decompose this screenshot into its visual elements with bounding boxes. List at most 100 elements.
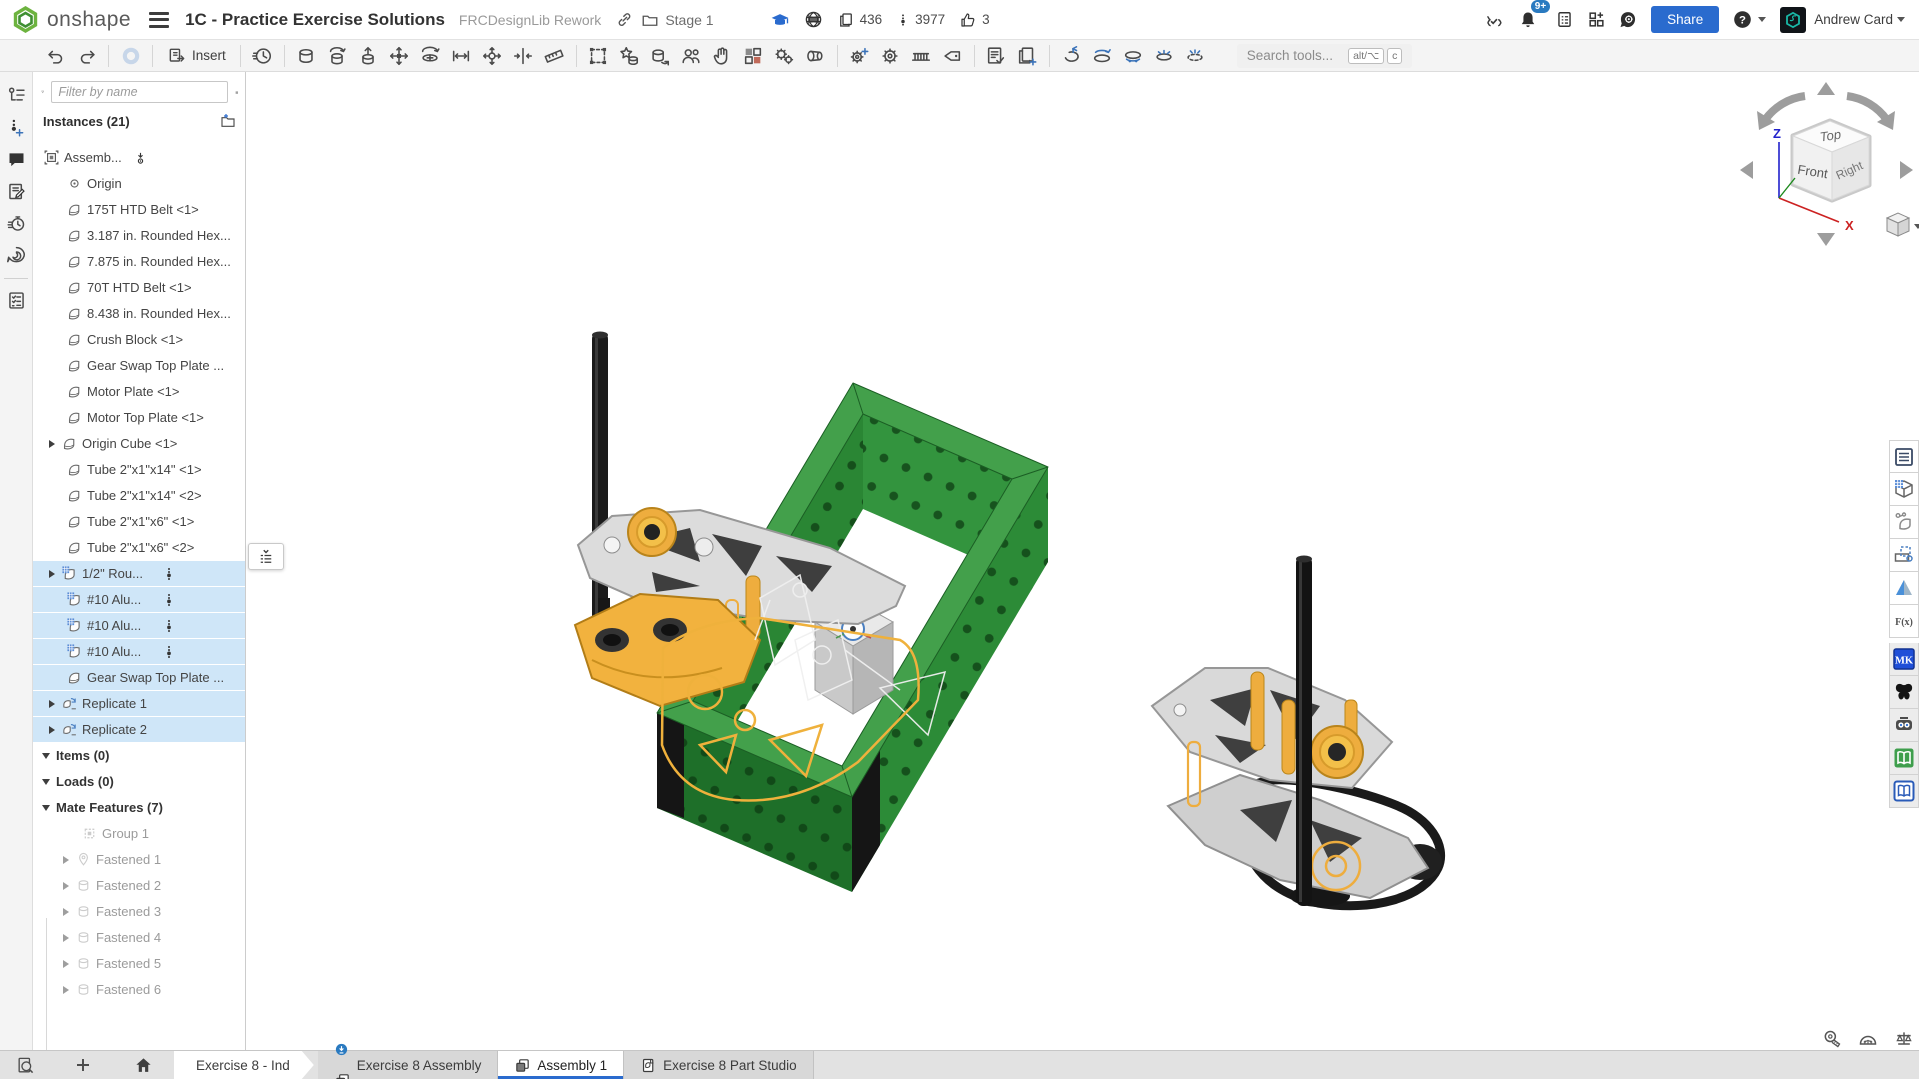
search-tools-input[interactable]: Search tools...alt/⌥c xyxy=(1237,44,1413,68)
protractor-icon[interactable] xyxy=(1856,1028,1880,1050)
selected-bearing-left[interactable] xyxy=(628,508,676,556)
app-butterfly-button[interactable] xyxy=(1889,676,1919,709)
tag-button[interactable] xyxy=(939,42,966,69)
manage-instances-button[interactable] xyxy=(678,42,705,69)
parallel-mate-button[interactable] xyxy=(510,42,537,69)
redo-button[interactable] xyxy=(73,42,100,69)
tree-item-group-1[interactable]: Group 1 xyxy=(33,821,245,847)
likes-stat[interactable]: 3 xyxy=(959,11,990,29)
tab-exercise-8-part-studio[interactable]: Exercise 8 Part Studio xyxy=(624,1051,814,1079)
apps-grid-icon[interactable] xyxy=(1583,7,1609,33)
tree-item-tube-2-x1-x14-1[interactable]: Tube 2"x1"x14" <1> xyxy=(33,457,245,483)
app-book-green-button[interactable] xyxy=(1889,742,1919,775)
rack-relation-button[interactable] xyxy=(908,42,935,69)
isolate-button[interactable] xyxy=(1182,42,1209,69)
tree-item-assemb[interactable]: Assemb... xyxy=(33,145,245,171)
mass-properties-icon[interactable] xyxy=(1892,1028,1916,1050)
selected-standoff-right-2[interactable] xyxy=(1282,700,1295,774)
chevron-down-icon[interactable] xyxy=(39,779,53,785)
tab-exercise-8-assembly[interactable]: Exercise 8 Assembly xyxy=(318,1051,499,1079)
belt-relation-button[interactable] xyxy=(802,42,829,69)
tree-item-10-alu[interactable]: #10 Alu... xyxy=(33,639,245,665)
tree-item-tube-2-x1-x14-2[interactable]: Tube 2"x1"x14" <2> xyxy=(33,483,245,509)
section-view-button[interactable] xyxy=(1089,42,1116,69)
tree-item-origin[interactable]: Origin xyxy=(33,171,245,197)
slider-mate-button[interactable] xyxy=(355,42,382,69)
bom-button[interactable] xyxy=(983,42,1010,69)
add-tab-button[interactable] xyxy=(68,1051,98,1079)
ball-mate-button[interactable] xyxy=(479,42,506,69)
tree-item-gear-swap-top-plate[interactable]: Gear Swap Top Plate ... xyxy=(33,353,245,379)
view-cube[interactable]: Top Front Right Z X xyxy=(1735,78,1919,253)
tab-exercise-8-ind[interactable]: Exercise 8 - Ind xyxy=(174,1051,314,1079)
help-caret-icon[interactable] xyxy=(1758,17,1766,22)
selected-standoff-right-1[interactable] xyxy=(1251,672,1264,750)
edit-in-context-button[interactable] xyxy=(709,42,736,69)
tree-item-motor-plate-1[interactable]: Motor Plate <1> xyxy=(33,379,245,405)
tape-measure-icon[interactable] xyxy=(1820,1028,1844,1050)
tree-item-10-alu[interactable]: #10 Alu... xyxy=(33,587,245,613)
uses-stat[interactable]: 3977 xyxy=(896,11,945,29)
chevron-right-icon[interactable] xyxy=(45,440,59,448)
show-hide-button[interactable] xyxy=(1151,42,1178,69)
chevron-down-icon[interactable] xyxy=(39,753,53,759)
tree-item-7-875-in-rounded-hex[interactable]: 7.875 in. Rounded Hex... xyxy=(33,249,245,275)
exploded-view-button[interactable] xyxy=(1058,42,1085,69)
copies-stat[interactable]: 436 xyxy=(837,11,883,29)
fastened-mate-button[interactable] xyxy=(293,42,320,69)
tree-item-175t-htd-belt-1[interactable]: 175T HTD Belt <1> xyxy=(33,197,245,223)
tab-assembly-1[interactable]: Assembly 1 xyxy=(498,1051,624,1079)
tree-item-fastened-3[interactable]: Fastened 3 xyxy=(33,899,245,925)
tree-item-fastened-1[interactable]: Fastened 1 xyxy=(33,847,245,873)
revolute-mate-button[interactable] xyxy=(324,42,351,69)
add-folder-icon[interactable] xyxy=(219,113,237,129)
chevron-right-icon[interactable] xyxy=(59,960,73,968)
app-robot-button[interactable] xyxy=(1889,709,1919,742)
graphics-viewport[interactable]: Top Front Right Z X xyxy=(246,72,1919,1050)
tree-item-fastened-2[interactable]: Fastened 2 xyxy=(33,873,245,899)
notes-icon[interactable] xyxy=(2,176,30,206)
insert-button[interactable]: Insert xyxy=(159,43,234,69)
chevron-right-icon[interactable] xyxy=(59,882,73,890)
tree-item-8-438-in-rounded-hex[interactable]: 8.438 in. Rounded Hex... xyxy=(33,301,245,327)
configurations-button[interactable] xyxy=(740,42,767,69)
selection-context-menu-button[interactable] xyxy=(248,543,284,570)
onshape-logo[interactable]: onshape xyxy=(12,6,131,33)
group-button[interactable] xyxy=(585,42,612,69)
tree-item-origin-cube-1[interactable]: Origin Cube <1> xyxy=(33,431,245,457)
tree-item-replicate-2[interactable]: Replicate 2 xyxy=(33,717,245,743)
chevron-right-icon[interactable] xyxy=(59,986,73,994)
tree-item-replicate-1[interactable]: Replicate 1 xyxy=(33,691,245,717)
relations-button[interactable] xyxy=(771,42,798,69)
folder-location[interactable]: Stage 1 xyxy=(665,12,713,28)
instance-list-icon[interactable] xyxy=(2,80,30,110)
helix-tool-icon[interactable] xyxy=(2,240,30,270)
tree-item-1-2-rou[interactable]: 1/2" Rou... xyxy=(33,561,245,587)
cylindrical-mate-button[interactable] xyxy=(417,42,444,69)
view-cube-top-label[interactable]: Top xyxy=(1819,127,1842,145)
pin-slot-mate-button[interactable] xyxy=(448,42,475,69)
tree-item-motor-top-plate-1[interactable]: Motor Top Plate <1> xyxy=(33,405,245,431)
fix-anchor-icon[interactable] xyxy=(133,145,148,171)
planar-mate-button[interactable] xyxy=(386,42,413,69)
replicate-button[interactable] xyxy=(647,42,674,69)
configuration-cube-button[interactable] xyxy=(1889,473,1919,506)
chevron-down-icon[interactable] xyxy=(39,805,53,811)
tree-item-10-alu[interactable]: #10 Alu... xyxy=(33,613,245,639)
tree-item-gear-swap-top-plate[interactable]: Gear Swap Top Plate ... xyxy=(33,665,245,691)
history-icon[interactable] xyxy=(2,208,30,238)
undo-button[interactable] xyxy=(42,42,69,69)
share-button[interactable]: Share xyxy=(1651,6,1719,33)
gear-button[interactable] xyxy=(877,42,904,69)
tree-item-fastened-6[interactable]: Fastened 6 xyxy=(33,977,245,1003)
tree-item-mate-features-7[interactable]: Mate Features (7) xyxy=(33,795,245,821)
home-tab-button[interactable] xyxy=(128,1051,158,1079)
featurescript-button[interactable]: F(x) xyxy=(1889,605,1919,638)
chevron-right-icon[interactable] xyxy=(59,934,73,942)
interference-button[interactable] xyxy=(249,42,276,69)
chevron-right-icon[interactable] xyxy=(45,726,59,734)
sync-disabled-button[interactable] xyxy=(117,42,144,69)
app-triangle-button[interactable] xyxy=(1889,572,1919,605)
help-icon[interactable]: ? xyxy=(1729,7,1755,33)
tree-item-70t-htd-belt-1[interactable]: 70T HTD Belt <1> xyxy=(33,275,245,301)
